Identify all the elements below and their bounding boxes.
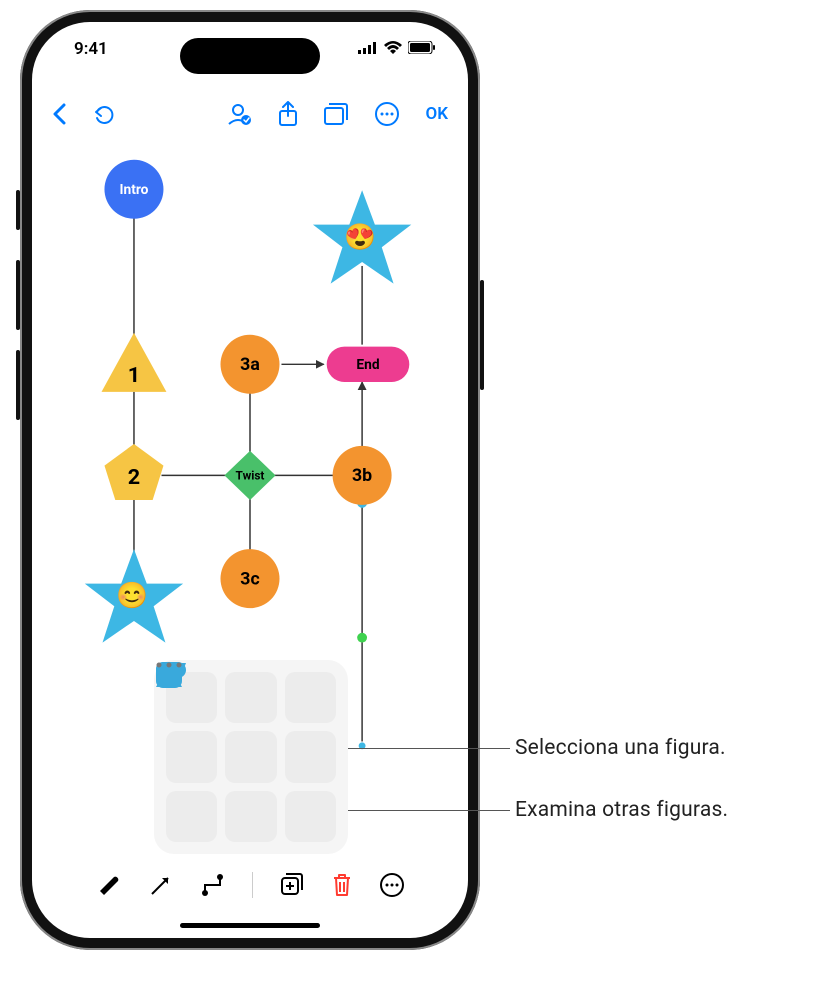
node-2[interactable] — [104, 444, 163, 500]
node-1[interactable] — [102, 333, 167, 392]
delete-icon[interactable] — [331, 872, 353, 898]
line-tool-icon[interactable] — [148, 872, 174, 898]
node-3a[interactable] — [221, 335, 280, 394]
node-3c[interactable] — [221, 549, 280, 608]
node-intro[interactable] — [104, 160, 163, 219]
more-icon[interactable] — [374, 101, 400, 127]
collaborate-icon[interactable] — [226, 102, 252, 126]
emoji-happy-icon: 😊 — [116, 582, 151, 612]
power-button — [480, 280, 484, 390]
wifi-icon — [384, 39, 402, 59]
status-time: 9:41 — [74, 39, 108, 59]
iphone-frame: 9:41 — [20, 10, 480, 950]
ok-button[interactable]: OK — [426, 104, 449, 124]
share-icon[interactable] — [278, 101, 298, 127]
insert-icon[interactable] — [279, 872, 305, 898]
node-twist[interactable] — [224, 451, 275, 500]
toolbar-divider — [252, 872, 253, 898]
palette-more[interactable] — [285, 791, 336, 842]
volume-down — [16, 350, 20, 420]
top-toolbar: OK — [32, 92, 468, 136]
marker-tool-icon[interactable] — [96, 872, 122, 898]
more-bottom-icon[interactable] — [379, 872, 405, 898]
node-3b[interactable] — [333, 446, 392, 505]
home-indicator — [180, 923, 320, 928]
node-end[interactable] — [327, 347, 410, 382]
cellular-icon — [358, 39, 378, 59]
boards-icon[interactable] — [324, 103, 348, 125]
emoji-love-icon: 😍 — [344, 223, 379, 253]
screen: 9:41 — [32, 22, 468, 938]
dynamic-island — [180, 38, 320, 74]
shape-palette — [154, 660, 348, 854]
battery-icon — [408, 39, 436, 59]
connector-tool-icon[interactable] — [200, 872, 226, 898]
callout-browse: Examina otras figuras. — [515, 798, 728, 822]
volume-up — [16, 260, 20, 330]
back-icon[interactable] — [52, 103, 66, 125]
undo-icon[interactable] — [92, 103, 116, 125]
mute-switch — [16, 190, 20, 230]
callout-select: Selecciona una figura. — [515, 736, 726, 760]
